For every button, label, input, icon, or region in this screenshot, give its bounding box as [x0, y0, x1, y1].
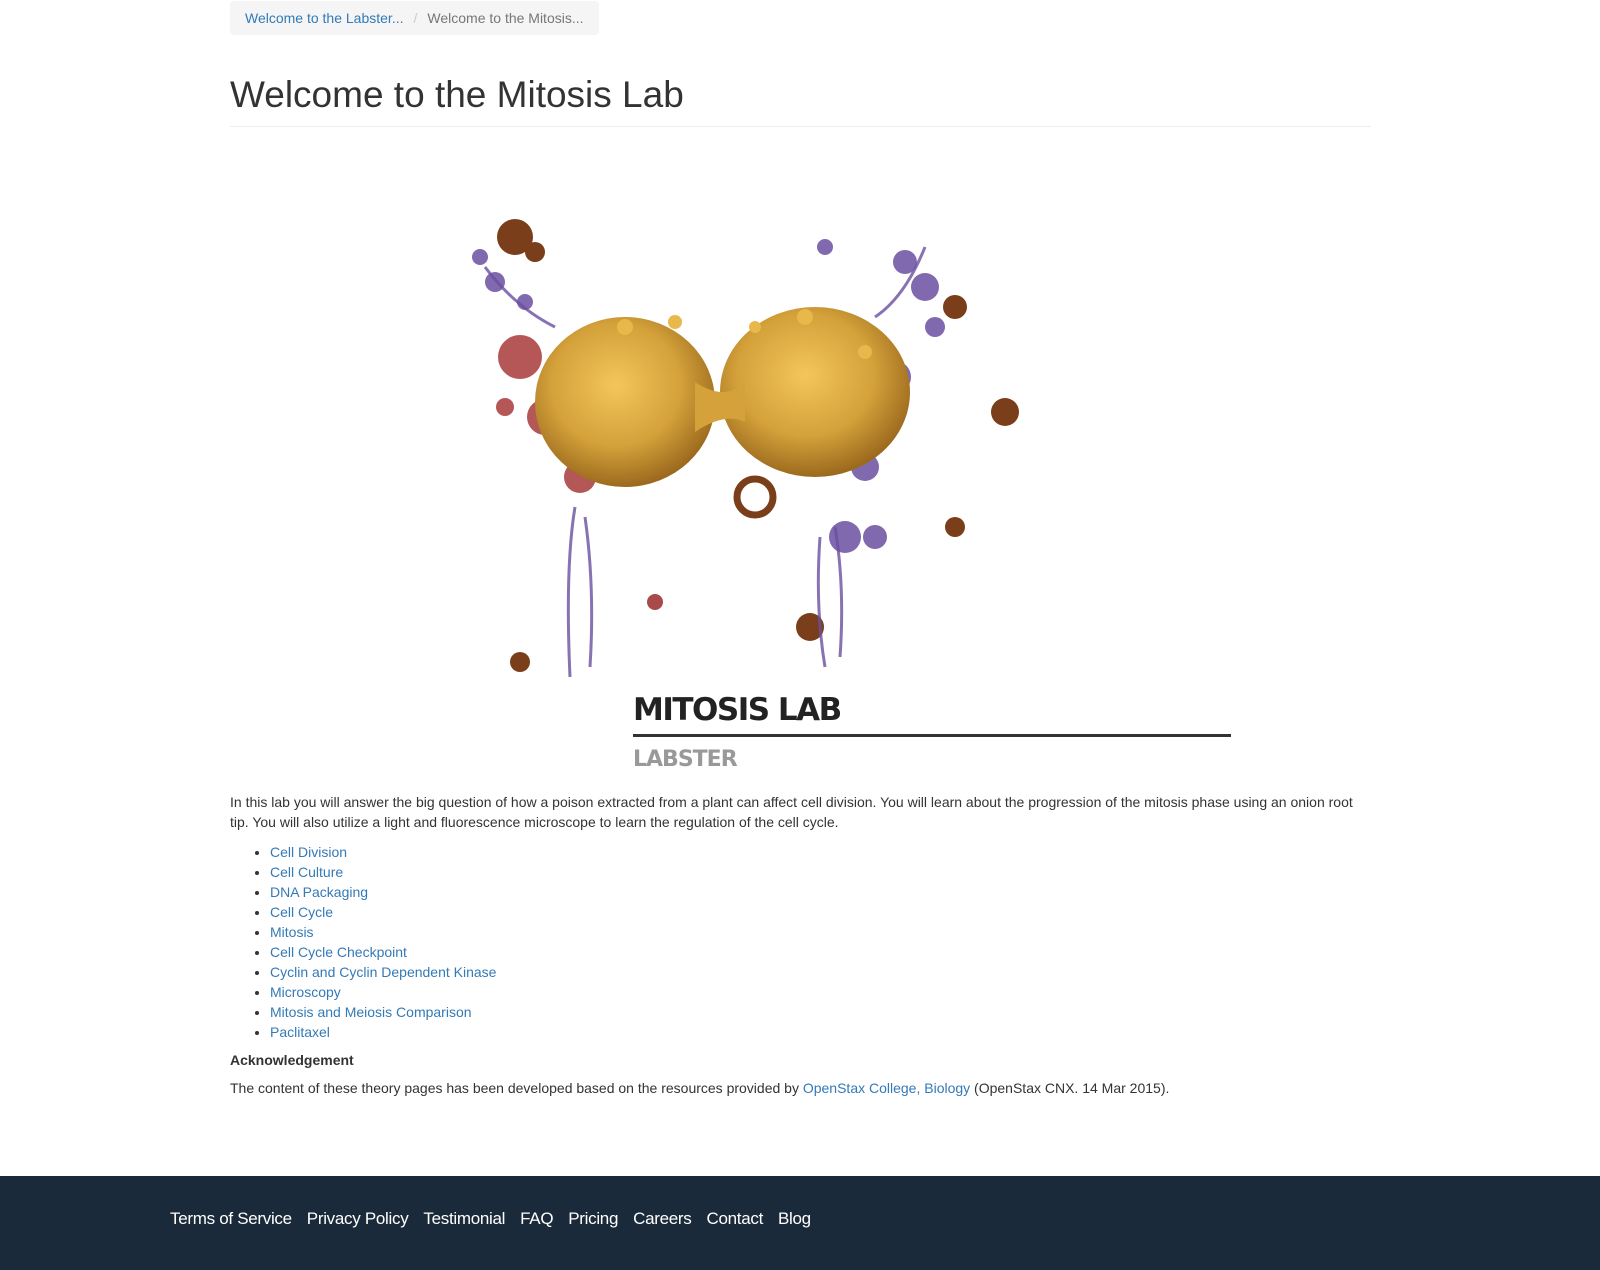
footer-link-terms[interactable]: Terms of Service	[170, 1209, 292, 1229]
lab-subtitle: LABSTER	[633, 746, 738, 772]
list-item: Mitosis and Meiosis Comparison	[270, 1002, 1371, 1022]
list-item: Mitosis	[270, 922, 1371, 942]
footer-link-faq[interactable]: FAQ	[520, 1209, 553, 1229]
topic-link-cyclin-cdk[interactable]: Cyclin and Cyclin Dependent Kinase	[270, 964, 496, 980]
footer-link-careers[interactable]: Careers	[633, 1209, 692, 1229]
mitosis-cell-image	[472, 218, 1019, 677]
main-container: Welcome to the Labster... / Welcome to t…	[230, 0, 1371, 1098]
topic-link-microscopy[interactable]: Microscopy	[270, 984, 341, 1000]
site-footer: Terms of Service Privacy Policy Testimon…	[0, 1176, 1600, 1270]
footer-link-blog[interactable]: Blog	[778, 1209, 811, 1229]
breadcrumb-item-current: Welcome to the Mitosis...	[427, 10, 584, 26]
topic-link-cell-cycle-checkpoint[interactable]: Cell Cycle Checkpoint	[270, 944, 407, 960]
topic-link-cell-division[interactable]: Cell Division	[270, 844, 347, 860]
openstax-link[interactable]: OpenStax College, Biology	[803, 1080, 970, 1096]
breadcrumb: Welcome to the Labster... / Welcome to t…	[230, 1, 599, 35]
topic-link-mitosis-meiosis[interactable]: Mitosis and Meiosis Comparison	[270, 1004, 472, 1020]
footer-link-contact[interactable]: Contact	[707, 1209, 764, 1229]
topic-link-cell-cycle[interactable]: Cell Cycle	[270, 904, 333, 920]
page-title: Welcome to the Mitosis Lab	[230, 74, 1371, 127]
list-item: Cell Division	[270, 842, 1371, 862]
topic-list: Cell Division Cell Culture DNA Packaging…	[230, 842, 1371, 1042]
list-item: Cyclin and Cyclin Dependent Kinase	[270, 962, 1371, 982]
lab-title: MITOSIS LAB	[633, 691, 842, 728]
acknowledgement-heading: Acknowledgement	[230, 1051, 354, 1068]
footer-link-privacy[interactable]: Privacy Policy	[307, 1209, 409, 1229]
acknowledgement-text-before: The content of these theory pages has be…	[230, 1079, 803, 1096]
topic-link-dna-packaging[interactable]: DNA Packaging	[270, 884, 368, 900]
list-item: DNA Packaging	[270, 882, 1371, 902]
footer-link-pricing[interactable]: Pricing	[568, 1209, 618, 1229]
acknowledgement-text: The content of these theory pages has be…	[230, 1078, 1371, 1098]
footer-nav: Terms of Service Privacy Policy Testimon…	[170, 1209, 811, 1229]
list-item: Cell Cycle Checkpoint	[270, 942, 1371, 962]
lab-title-divider	[633, 733, 1231, 737]
list-item: Paclitaxel	[270, 1022, 1371, 1042]
breadcrumb-separator: /	[413, 10, 418, 26]
list-item: Cell Cycle	[270, 902, 1371, 922]
list-item: Microscopy	[270, 982, 1371, 1002]
topic-link-cell-culture[interactable]: Cell Culture	[270, 864, 343, 880]
topic-link-mitosis[interactable]: Mitosis	[270, 924, 314, 940]
hero-banner: MITOSIS LAB LABSTER	[230, 127, 1371, 792]
breadcrumb-item-labster[interactable]: Welcome to the Labster...	[245, 10, 404, 26]
topic-link-paclitaxel[interactable]: Paclitaxel	[270, 1024, 330, 1040]
intro-paragraph: In this lab you will answer the big ques…	[230, 793, 1353, 830]
acknowledgement-text-after: (OpenStax CNX. 14 Mar 2015).	[970, 1079, 1170, 1096]
footer-link-testimonial[interactable]: Testimonial	[423, 1209, 505, 1229]
list-item: Cell Culture	[270, 862, 1371, 882]
